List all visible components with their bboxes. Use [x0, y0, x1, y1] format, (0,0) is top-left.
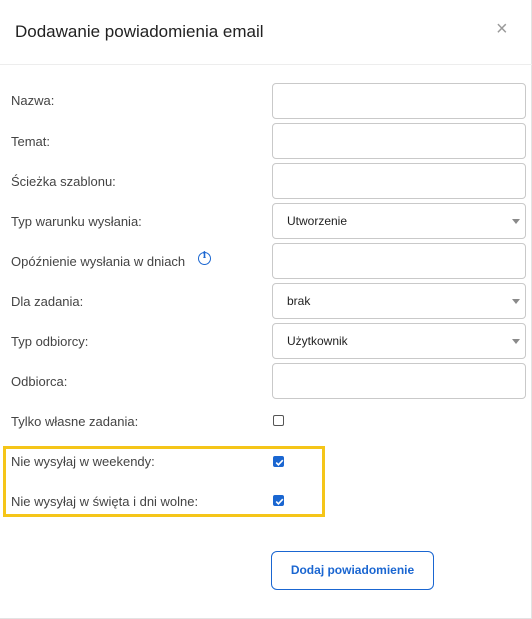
notification-dialog: Dodawanie powiadomienia email × Nazwa: T… — [0, 0, 532, 619]
own-tasks-checkbox[interactable] — [273, 415, 284, 426]
add-notification-button[interactable]: Dodaj powiadomienie — [271, 551, 434, 590]
chevron-down-icon — [512, 219, 520, 224]
recipient-input[interactable] — [272, 363, 526, 399]
name-input[interactable] — [272, 83, 526, 119]
send-condition-select[interactable]: Utworzenie — [272, 203, 526, 239]
no-holidays-checkbox[interactable] — [273, 495, 284, 506]
subject-label: Temat: — [11, 134, 51, 149]
recipient-type-value: Użytkownik — [287, 334, 348, 348]
template-path-input[interactable] — [272, 163, 526, 199]
dialog-title: Dodawanie powiadomienia email — [15, 22, 264, 41]
send-condition-label: Typ warunku wysłania: — [11, 214, 142, 229]
recipient-type-select[interactable]: Użytkownik — [272, 323, 526, 359]
check-icon — [275, 498, 284, 505]
header-divider — [0, 64, 532, 65]
chevron-down-icon — [512, 339, 520, 344]
for-task-label: Dla zadania: — [11, 294, 84, 309]
no-weekends-label: Nie wysyłaj w weekendy: — [11, 454, 155, 469]
no-weekends-checkbox[interactable] — [273, 456, 284, 467]
check-icon — [275, 459, 284, 466]
for-task-value: brak — [287, 294, 311, 308]
delay-label: Opóźnienie wysłania w dniach — [11, 254, 186, 269]
template-path-label: Ścieżka szablonu: — [11, 174, 116, 189]
own-tasks-label: Tylko własne zadania: — [11, 414, 139, 429]
for-task-select[interactable]: brak — [272, 283, 526, 319]
no-holidays-label: Nie wysyłaj w święta i dni wolne: — [11, 494, 199, 509]
name-label: Nazwa: — [11, 93, 55, 108]
info-circle-icon[interactable] — [198, 251, 211, 265]
recipient-label: Odbiorca: — [11, 374, 68, 389]
close-icon[interactable]: × — [496, 19, 508, 39]
subject-input[interactable] — [272, 123, 526, 159]
delay-input[interactable] — [272, 243, 526, 279]
chevron-down-icon — [512, 299, 520, 304]
send-condition-value: Utworzenie — [287, 214, 348, 228]
recipient-type-label: Typ odbiorcy: — [11, 334, 89, 349]
